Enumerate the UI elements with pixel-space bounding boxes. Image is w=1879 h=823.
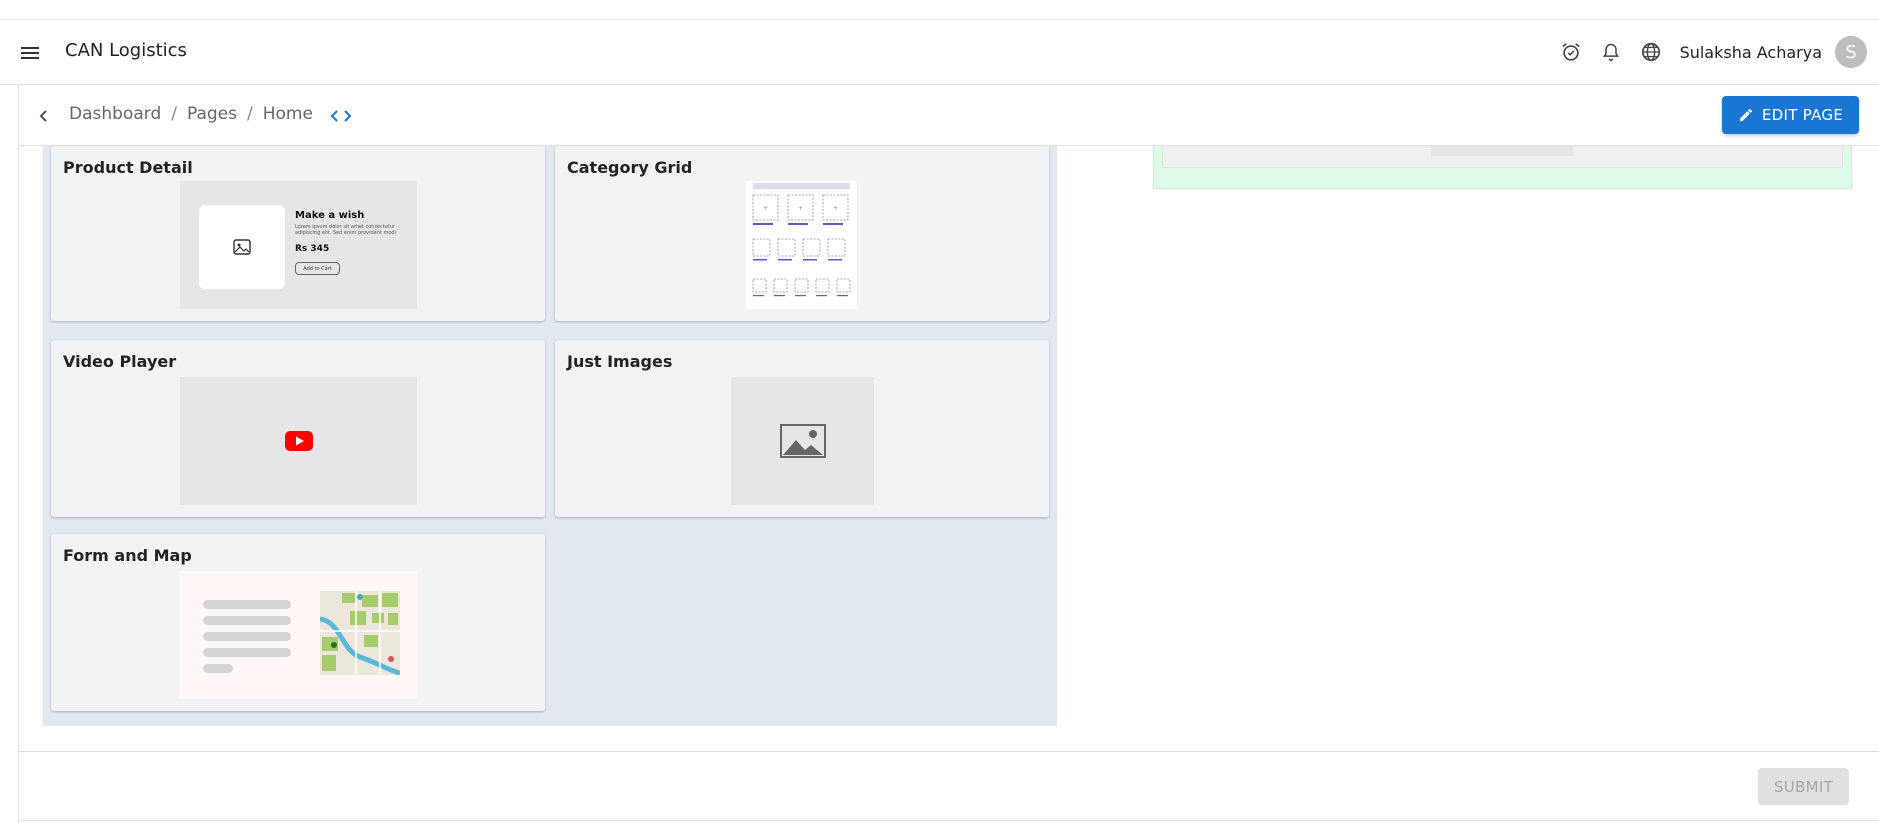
- app-bar-actions: Sulaksha Acharya S: [1559, 36, 1867, 68]
- card-title: Video Player: [63, 352, 177, 371]
- card-title: Category Grid: [567, 158, 693, 177]
- video-player-preview: [180, 377, 417, 505]
- template-card-just-images[interactable]: Just Images: [555, 340, 1049, 517]
- edit-page-label: EDIT PAGE: [1761, 106, 1844, 124]
- alarm-clock-icon[interactable]: [1559, 40, 1583, 64]
- avatar[interactable]: S: [1835, 36, 1867, 68]
- preview-price: Rs 345: [295, 244, 330, 254]
- category-grid-preview: + + +: [746, 181, 857, 309]
- card-title: Product Detail: [63, 158, 193, 177]
- edit-page-button[interactable]: EDIT PAGE: [1722, 96, 1859, 134]
- code-icon[interactable]: [328, 104, 354, 128]
- preview-block: [1162, 146, 1843, 168]
- window-top-strip: [0, 0, 1879, 20]
- template-card-product-detail[interactable]: Product Detail Make a wish Lorem ipsum d…: [51, 146, 545, 321]
- svg-text:+: +: [798, 205, 803, 212]
- bell-icon[interactable]: [1599, 40, 1623, 64]
- pencil-icon: [1739, 108, 1752, 121]
- breadcrumb-separator: /: [246, 104, 253, 124]
- image-placeholder-icon: [199, 205, 285, 289]
- product-detail-preview: Make a wish Lorem ipsum dolor sit amet c…: [180, 181, 417, 309]
- menu-icon[interactable]: [18, 41, 42, 65]
- youtube-play-icon: [284, 431, 313, 451]
- preview-body: Lorem ipsum dolor sit amet consectetur a…: [295, 224, 396, 236]
- globe-icon[interactable]: [1639, 40, 1663, 64]
- user-name[interactable]: Sulaksha Acharya: [1680, 43, 1822, 62]
- template-panel: Product Detail Make a wish Lorem ipsum d…: [43, 146, 1057, 726]
- preview-drop-zone: [1153, 146, 1852, 189]
- form-and-map-preview: [179, 571, 418, 699]
- breadcrumb-bar: Dashboard / Pages / Home EDIT PAGE: [19, 86, 1879, 146]
- submit-button[interactable]: SUBMIT: [1758, 768, 1849, 805]
- preview-block-bar: [1431, 146, 1573, 156]
- card-title: Form and Map: [63, 546, 192, 565]
- template-card-video-player[interactable]: Video Player: [51, 340, 545, 517]
- card-title: Just Images: [567, 352, 673, 371]
- breadcrumb-dashboard[interactable]: Dashboard: [69, 104, 161, 124]
- svg-text:+: +: [833, 205, 838, 212]
- breadcrumb: Dashboard / Pages / Home: [69, 104, 313, 124]
- breadcrumb-separator: /: [171, 104, 177, 124]
- just-images-preview: [731, 377, 874, 505]
- svg-text:+: +: [763, 205, 768, 212]
- chevron-left-icon[interactable]: [32, 104, 56, 128]
- preview-heading: Make a wish: [295, 210, 365, 221]
- template-card-category-grid[interactable]: Category Grid + + +: [555, 146, 1049, 321]
- image-icon: [779, 424, 826, 458]
- app-bar: CAN Logistics Sulaksha Acharya S: [0, 20, 1879, 85]
- footer-bar: SUBMIT: [19, 751, 1879, 823]
- app-title: CAN Logistics: [65, 40, 187, 61]
- breadcrumb-pages[interactable]: Pages: [187, 104, 237, 124]
- preview-button: Add to Cart: [295, 262, 340, 275]
- template-card-form-and-map[interactable]: Form and Map: [51, 534, 545, 711]
- breadcrumb-home: Home: [262, 104, 313, 124]
- map-icon: [320, 591, 400, 675]
